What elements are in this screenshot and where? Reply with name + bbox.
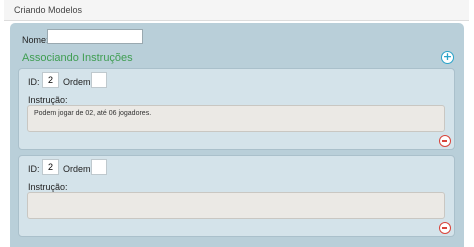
model-form-panel: Nome: Associando Instruções + ID: Ordem:…: [10, 23, 464, 247]
id-label: ID:: [28, 77, 40, 87]
ordem-label: Ordem:: [63, 77, 94, 87]
remove-instruction-button[interactable]: [439, 135, 451, 147]
id-input[interactable]: [42, 72, 59, 88]
plus-circle-icon: +: [442, 50, 453, 63]
ordem-label: Ordem:: [63, 164, 94, 174]
section-title: Associando Instruções: [22, 52, 133, 64]
id-label: ID:: [28, 164, 40, 174]
instrucao-label: Instrução:: [28, 182, 68, 192]
instrucao-label: Instrução:: [28, 95, 68, 105]
name-label: Nome:: [22, 35, 49, 45]
header-bar: Criando Modelos: [4, 0, 469, 21]
remove-instruction-button[interactable]: [439, 222, 451, 234]
name-input[interactable]: [47, 29, 143, 44]
instruction-card: ID: Ordem: Instrução: Podem jogar de 02,…: [18, 68, 455, 150]
id-input[interactable]: [42, 159, 59, 175]
instruction-card: ID: Ordem: Instrução:: [18, 155, 455, 237]
ordem-input[interactable]: [91, 72, 107, 88]
minus-circle-icon: [442, 227, 447, 229]
instrucao-textarea[interactable]: [27, 192, 445, 219]
minus-circle-icon: [442, 140, 447, 142]
form-window: Criando Modelos Nome: Associando Instruç…: [4, 0, 469, 247]
page-title: Criando Modelos: [14, 5, 83, 15]
add-instruction-button[interactable]: +: [441, 51, 454, 64]
instrucao-textarea[interactable]: Podem jogar de 02, até 06 jogadores.: [27, 105, 445, 132]
ordem-input[interactable]: [91, 159, 107, 175]
